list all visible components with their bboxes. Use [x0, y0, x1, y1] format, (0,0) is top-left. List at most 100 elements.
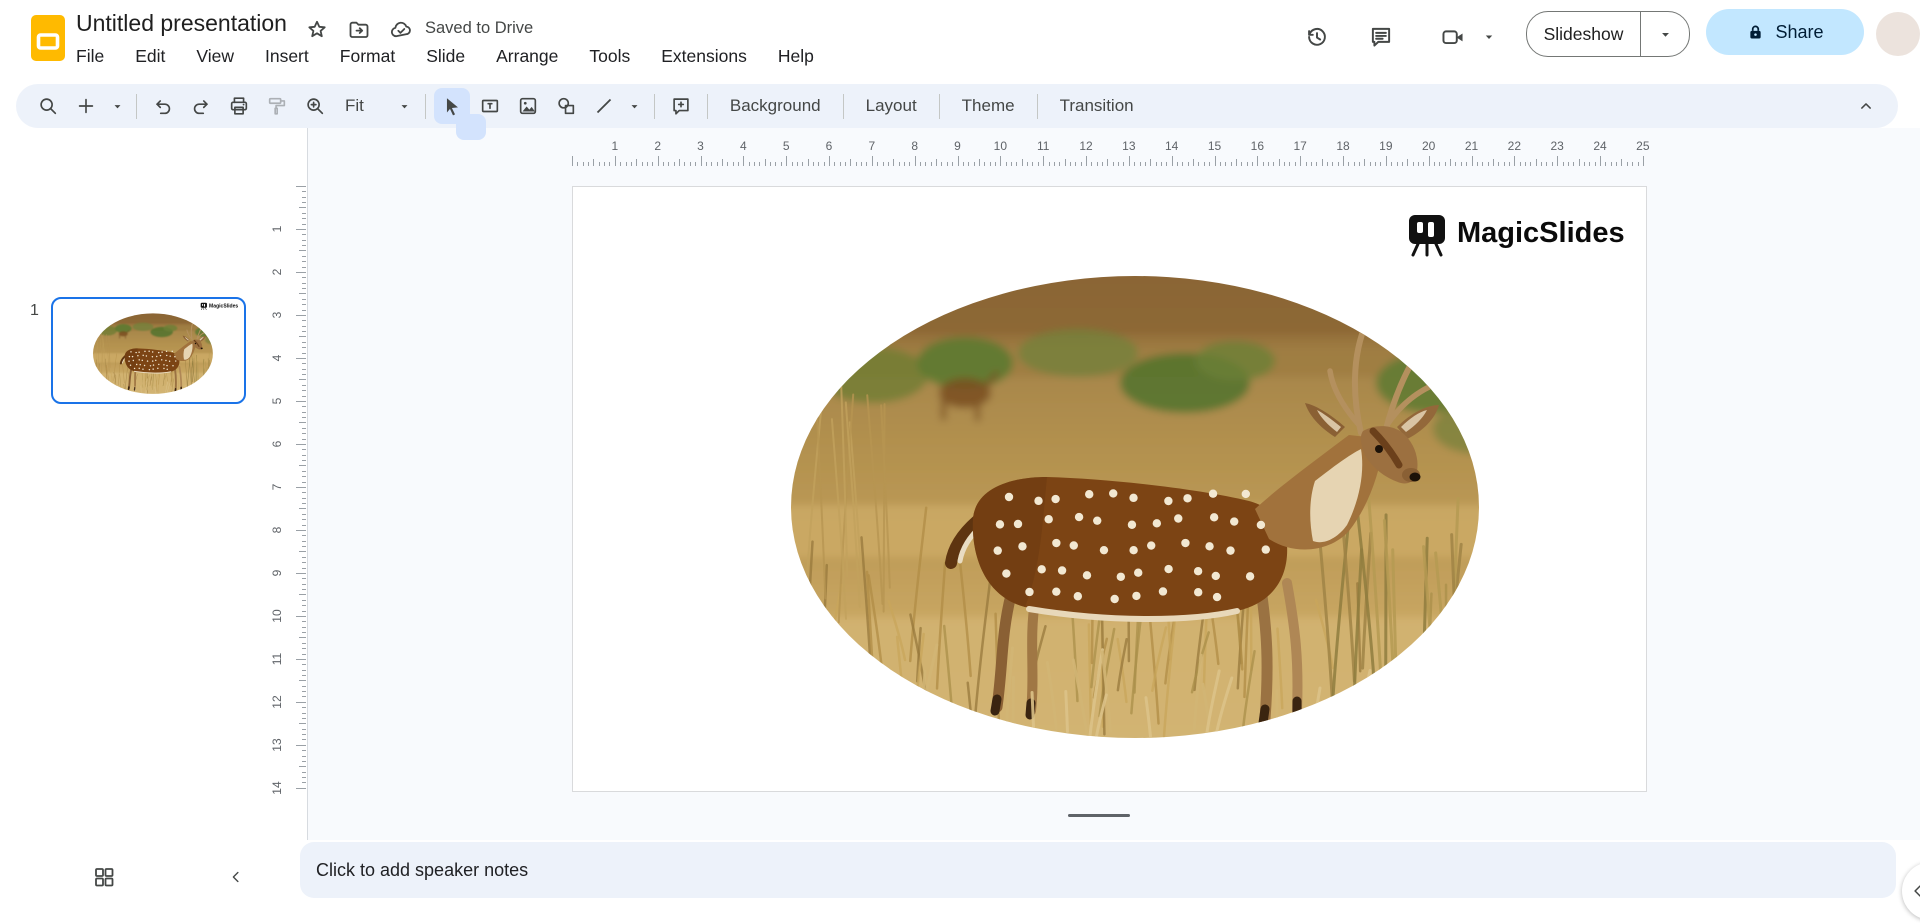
menu-tools[interactable]: Tools	[587, 44, 632, 69]
undo-icon[interactable]	[145, 88, 181, 124]
toolbar-theme-button[interactable]: Theme	[946, 88, 1031, 124]
grid-view-icon[interactable]	[86, 859, 122, 895]
menu-extensions[interactable]: Extensions	[659, 44, 749, 69]
caret-down-icon	[398, 100, 411, 113]
ruler-number: 6	[270, 435, 284, 453]
paint-format-icon[interactable]	[259, 88, 295, 124]
slide-canvas[interactable]: MagicSlides	[572, 186, 1647, 792]
new-slide-plus-icon[interactable]	[68, 88, 104, 124]
separator	[939, 94, 940, 119]
insert-line-caret-icon[interactable]	[624, 88, 646, 124]
ruler-number: 12	[1077, 139, 1095, 153]
menu-insert[interactable]: Insert	[263, 44, 311, 69]
topbar: Untitled presentation Saved to Drive Fil…	[0, 0, 1920, 80]
zoom-value: Fit	[345, 96, 364, 116]
menu-arrange[interactable]: Arrange	[494, 44, 560, 69]
star-icon[interactable]	[302, 15, 332, 45]
toolbar: Fit	[16, 84, 1898, 128]
ruler-number: 11	[1034, 139, 1052, 153]
horizontal-ruler[interactable]: 1234567891011121314151617181920212223242…	[572, 140, 1645, 166]
ruler-number: 4	[734, 139, 752, 153]
cloud-saved-icon[interactable]	[386, 15, 416, 45]
ruler-number: 5	[777, 139, 795, 153]
ruler-marker	[456, 114, 486, 140]
ruler-number: 20	[1420, 139, 1438, 153]
toolbar-collapse-icon[interactable]	[1848, 88, 1884, 124]
ruler-number: 13	[270, 736, 284, 754]
toolbar-background-button[interactable]: Background	[714, 88, 837, 124]
new-slide-caret-icon[interactable]	[106, 88, 128, 124]
ruler-number: 8	[906, 139, 924, 153]
scroll-right-icon[interactable]	[1902, 862, 1920, 920]
ruler-number: 12	[270, 693, 284, 711]
move-folder-icon[interactable]	[344, 15, 374, 45]
print-icon[interactable]	[221, 88, 257, 124]
bottombar: Click to add speaker notes	[0, 840, 1920, 923]
caret-down-icon[interactable]	[1478, 19, 1500, 55]
insert-shape-icon[interactable]	[548, 88, 584, 124]
notes-resize-handle[interactable]	[1068, 814, 1130, 817]
ruler-number: 2	[649, 139, 667, 153]
view-buttons: Background Layout Theme Transition	[701, 88, 1150, 124]
google-slides-app: Untitled presentation Saved to Drive Fil…	[0, 0, 1920, 923]
history-icon[interactable]	[1296, 16, 1338, 58]
separator	[425, 94, 426, 119]
menu-view[interactable]: View	[194, 44, 236, 69]
toolbar-layout-button[interactable]: Layout	[850, 88, 933, 124]
meet-camera-icon[interactable]	[1432, 16, 1474, 58]
speaker-notes-placeholder: Click to add speaker notes	[316, 860, 528, 881]
insert-line-icon[interactable]	[586, 88, 622, 124]
ruler-number: 21	[1463, 139, 1481, 153]
ruler-number: 10	[991, 139, 1009, 153]
slideshow-button[interactable]: Slideshow	[1527, 24, 1640, 45]
menu-slide[interactable]: Slide	[424, 44, 467, 69]
zoom-in-icon[interactable]	[297, 88, 333, 124]
menu-edit[interactable]: Edit	[133, 44, 167, 69]
meet-camera-group	[1432, 16, 1500, 58]
ruler-number: 9	[270, 564, 284, 582]
ruler-number: 3	[270, 306, 284, 324]
speaker-notes-panel[interactable]: Click to add speaker notes	[300, 842, 1896, 898]
document-title[interactable]: Untitled presentation	[76, 10, 287, 37]
separator	[136, 94, 137, 119]
ruler-number: 15	[1206, 139, 1224, 153]
menu-help[interactable]: Help	[776, 44, 816, 69]
ruler-number: 14	[270, 779, 284, 797]
avatar[interactable]	[1876, 12, 1920, 56]
menu-file[interactable]: File	[74, 44, 106, 69]
redo-icon[interactable]	[183, 88, 219, 124]
ruler-number: 1	[270, 220, 284, 238]
slides-logo[interactable]	[30, 14, 66, 62]
insert-image-icon[interactable]	[510, 88, 546, 124]
slide-thumbnail[interactable]	[51, 297, 246, 404]
ruler-number: 4	[270, 349, 284, 367]
slideshow-caret-icon[interactable]	[1641, 27, 1689, 42]
ruler-number: 3	[692, 139, 710, 153]
toolbar-transition-button[interactable]: Transition	[1044, 88, 1150, 124]
share-button[interactable]: Share	[1706, 9, 1864, 55]
ruler-number: 25	[1634, 139, 1652, 153]
share-label: Share	[1775, 22, 1823, 43]
insert-comment-icon[interactable]	[663, 88, 699, 124]
ruler-number: 24	[1591, 139, 1609, 153]
zoom-select[interactable]: Fit	[335, 88, 417, 124]
ruler-number: 7	[863, 139, 881, 153]
separator	[843, 94, 844, 119]
vertical-ruler[interactable]: 1234567891011121314	[262, 186, 306, 790]
ruler-number: 9	[949, 139, 967, 153]
ruler-number: 8	[270, 521, 284, 539]
ruler-number: 17	[1291, 139, 1309, 153]
ruler-number: 11	[270, 650, 284, 668]
comments-icon[interactable]	[1360, 16, 1402, 58]
saved-status[interactable]: Saved to Drive	[425, 19, 533, 38]
search-icon[interactable]	[30, 88, 66, 124]
separator	[1037, 94, 1038, 119]
filmstrip: 1	[0, 128, 307, 840]
ruler-number: 10	[270, 607, 284, 625]
ruler-number: 5	[270, 392, 284, 410]
separator	[654, 94, 655, 119]
ruler-number: 23	[1548, 139, 1566, 153]
collapse-filmstrip-icon[interactable]	[218, 859, 254, 895]
menu-format[interactable]: Format	[338, 44, 397, 69]
separator	[707, 94, 708, 119]
